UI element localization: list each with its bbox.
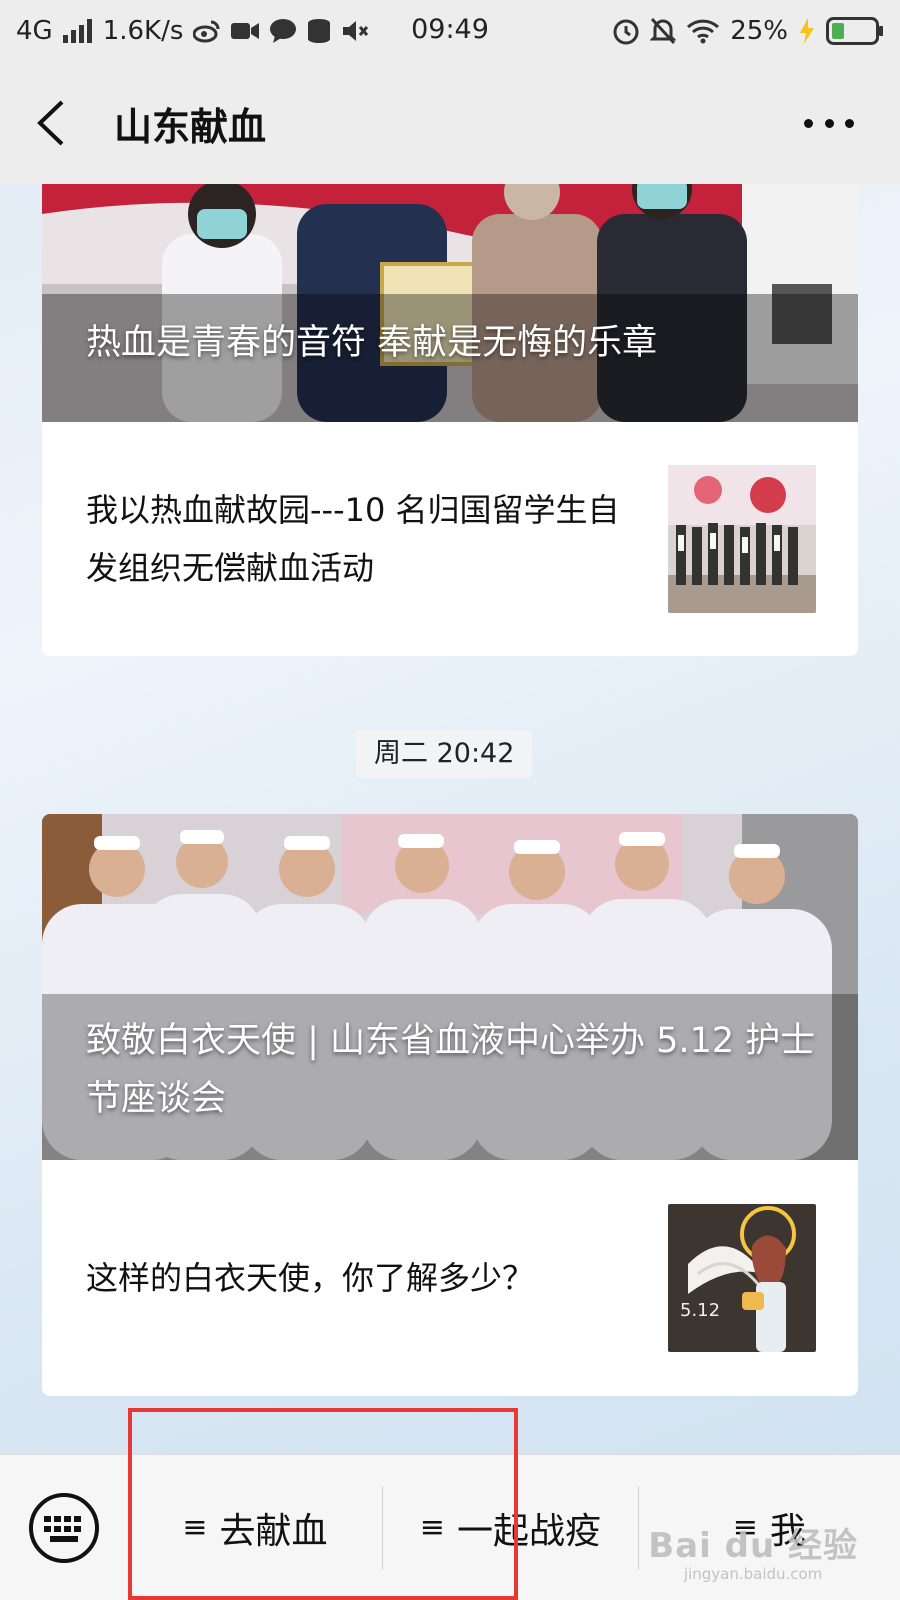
- mute-icon: [343, 21, 369, 41]
- menu-item-donate-blood[interactable]: ≡ 去献血: [128, 1455, 382, 1600]
- battery-icon: [826, 17, 883, 45]
- chat-bubble-icon: [270, 19, 297, 43]
- wifi-icon: [687, 19, 720, 44]
- battery-percent: 25%: [730, 16, 788, 46]
- weibo-icon: [193, 20, 220, 43]
- article-card: 致敬白衣天使 | 山东省血液中心举办 5.12 护士节座谈会 这样的白衣天使，你…: [42, 814, 858, 1396]
- hero-article[interactable]: 致敬白衣天使 | 山东省血液中心举办 5.12 护士节座谈会: [42, 814, 858, 1160]
- back-button[interactable]: [6, 62, 96, 184]
- baidu-watermark: Bai du 经验 jingyan.baidu.com: [648, 1518, 858, 1583]
- hero-title: 热血是青春的音符 奉献是无悔的乐章: [86, 323, 658, 363]
- clock-time: 09:49: [411, 14, 489, 45]
- menu-icon: ≡: [182, 1510, 208, 1545]
- menu-item-label: 去献血: [219, 1510, 328, 1552]
- page-title: 山东献血: [114, 104, 267, 149]
- title-bar: 山东献血: [0, 62, 900, 184]
- network-label: 4G: [16, 16, 53, 46]
- hero-photo-blood-donation: [42, 184, 858, 422]
- charging-icon: [800, 18, 814, 44]
- menu-icon: ≡: [419, 1510, 445, 1545]
- status-left: 4G 1.6K/s: [16, 16, 369, 46]
- keyboard-icon: [28, 1492, 99, 1563]
- article-card: 热血是青春的音符 奉献是无悔的乐章 我以热血献故园---10 名归国留学生自发组…: [42, 184, 858, 656]
- hero-title: 致敬白衣天使 | 山东省血液中心举办 5.12 护士节座谈会: [86, 1021, 816, 1119]
- menu-item-fight-epidemic[interactable]: ≡ 一起战疫: [383, 1455, 637, 1600]
- sub-article-title: 这样的白衣天使，你了解多少？: [86, 1259, 535, 1297]
- video-icon: [231, 23, 260, 39]
- dot-icon: [845, 118, 854, 128]
- message-feed[interactable]: 热血是青春的音符 奉献是无悔的乐章 我以热血献故园---10 名归国留学生自发组…: [0, 184, 900, 1454]
- thumbnail-students-photo: [668, 465, 816, 613]
- signal-icon: [62, 19, 92, 43]
- watermark-sub: jingyan.baidu.com: [683, 1565, 823, 1583]
- dot-icon: [804, 118, 813, 128]
- back-arrow-icon: [37, 100, 64, 146]
- bell-off-icon: [650, 17, 677, 45]
- angel-illustration: [668, 1204, 816, 1352]
- thumb-date-label: 5.12: [680, 1300, 721, 1321]
- menu-item-label: 一起战疫: [456, 1510, 601, 1552]
- thumbnail-angel-illustration: 5.12: [668, 1204, 816, 1352]
- status-bar: 4G 1.6K/s 09:49 25%: [0, 0, 900, 62]
- network-speed: 1.6K/s: [102, 16, 184, 46]
- sub-article[interactable]: 我以热血献故园---10 名归国留学生自发组织无偿献血活动: [42, 422, 858, 656]
- keyboard-toggle-button[interactable]: [0, 1455, 128, 1600]
- message-timestamp: 周二 20:42: [356, 730, 533, 778]
- sub-article-title: 我以热血献故园---10 名归国留学生自发组织无偿献血活动: [86, 491, 620, 587]
- status-right: 25%: [612, 16, 884, 46]
- database-icon: [308, 19, 331, 43]
- more-options-button[interactable]: [804, 108, 854, 138]
- watermark-main: Bai du 经验: [648, 1526, 858, 1566]
- alarm-icon: [613, 19, 639, 45]
- sub-article[interactable]: 这样的白衣天使，你了解多少？ 5.12: [42, 1160, 858, 1396]
- hero-article[interactable]: 热血是青春的音符 奉献是无悔的乐章: [42, 184, 858, 422]
- dot-icon: [824, 118, 834, 128]
